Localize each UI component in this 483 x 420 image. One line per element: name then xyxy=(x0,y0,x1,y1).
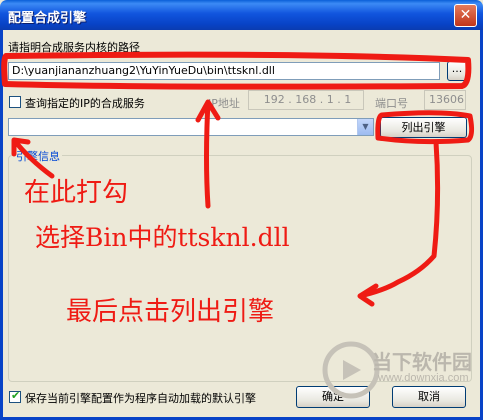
engine-select[interactable]: ▼ xyxy=(8,118,374,136)
ip-checkbox[interactable] xyxy=(9,96,21,108)
ip-address-label: IP地址 xyxy=(208,97,240,110)
annotation-click-list: 最后点击列出引擎 xyxy=(66,297,275,327)
annotation-check-here: 在此打勾 xyxy=(24,178,129,208)
cancel-button[interactable]: 取消 xyxy=(392,386,466,408)
path-input[interactable]: D:\yuanjiananzhuang2\YuYinYueDu\bin\ttsk… xyxy=(8,62,440,80)
check-icon: ✔ xyxy=(11,389,21,402)
window-title: 配置合成引擎 xyxy=(8,11,87,26)
browse-button[interactable]: ... xyxy=(447,61,467,81)
port-label: 端口号 xyxy=(375,97,408,110)
save-default-checkbox[interactable]: ✔ xyxy=(9,389,21,403)
chevron-down-icon[interactable]: ▼ xyxy=(357,119,373,135)
save-default-label: 保存当前引擎配置作为程序自动加载的默认引擎 xyxy=(25,392,256,405)
watermark-site-name: 当下软件园 xyxy=(372,352,472,374)
title-bar: 配置合成引擎 ✕ xyxy=(0,0,483,30)
path-label: 请指明合成服务内核的路径 xyxy=(8,41,140,54)
ip-checkbox-label: 查询指定的IP的合成服务 xyxy=(25,97,145,110)
ip-address-input[interactable]: 192 . 168 . 1 . 1 xyxy=(248,90,364,110)
close-button[interactable]: ✕ xyxy=(454,4,477,27)
port-input[interactable]: 13606 xyxy=(424,90,466,110)
engine-info-title: 引擎信息 xyxy=(14,148,62,164)
window-frame-left xyxy=(0,30,3,420)
watermark-url: www.downxia.com xyxy=(378,372,469,384)
annotation-select-bin: 选择Bin中的ttsknl.dll xyxy=(35,223,290,252)
list-engines-button[interactable]: 列出引擎 xyxy=(380,117,467,138)
